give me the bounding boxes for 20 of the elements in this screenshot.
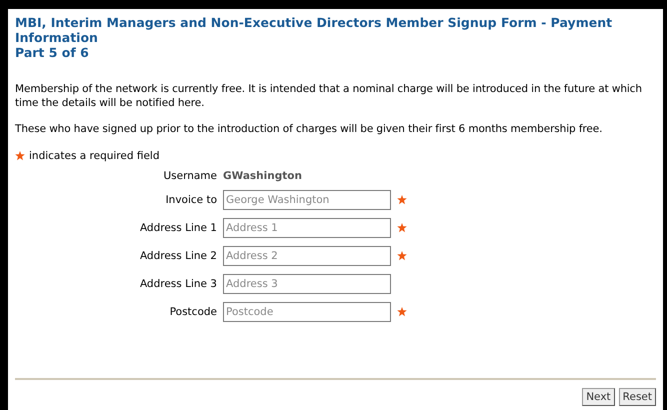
required-note: indicates a required field [29,150,160,162]
text-field[interactable]: Address 3 [223,274,391,294]
text-field[interactable]: George Washington [223,190,391,210]
reset-button[interactable]: Reset [618,388,656,406]
field-label: Address Line 2 [138,250,217,262]
info-paragraph: Membership of the network is currently free. It is intended that a nominal charge will be introduced in the future at which time the details will be notified here. [15,82,643,110]
info-paragraph: These who have signed up prior to the introduction of charges will be given their first 6 months membership free. [15,122,604,136]
field-label: Username [162,170,217,182]
field-label: Address Line 1 [138,222,217,234]
field-label: Address Line 3 [138,278,217,290]
next-button[interactable]: Next [582,388,615,406]
page-title: MBI, Interim Managers and Non-Executive Directors Member Signup Form - Payment Information [15,15,614,45]
field-label: Invoice to [164,194,217,206]
text-field[interactable]: Postcode [223,302,391,322]
text-field[interactable]: Address 2 [223,246,391,266]
text-field[interactable]: Address 1 [223,218,391,238]
part-indicator: Part 5 of 6 [15,45,90,60]
field-label: Postcode [168,306,217,318]
username-value: GWashington [223,170,303,182]
required-star-icon [15,151,25,161]
